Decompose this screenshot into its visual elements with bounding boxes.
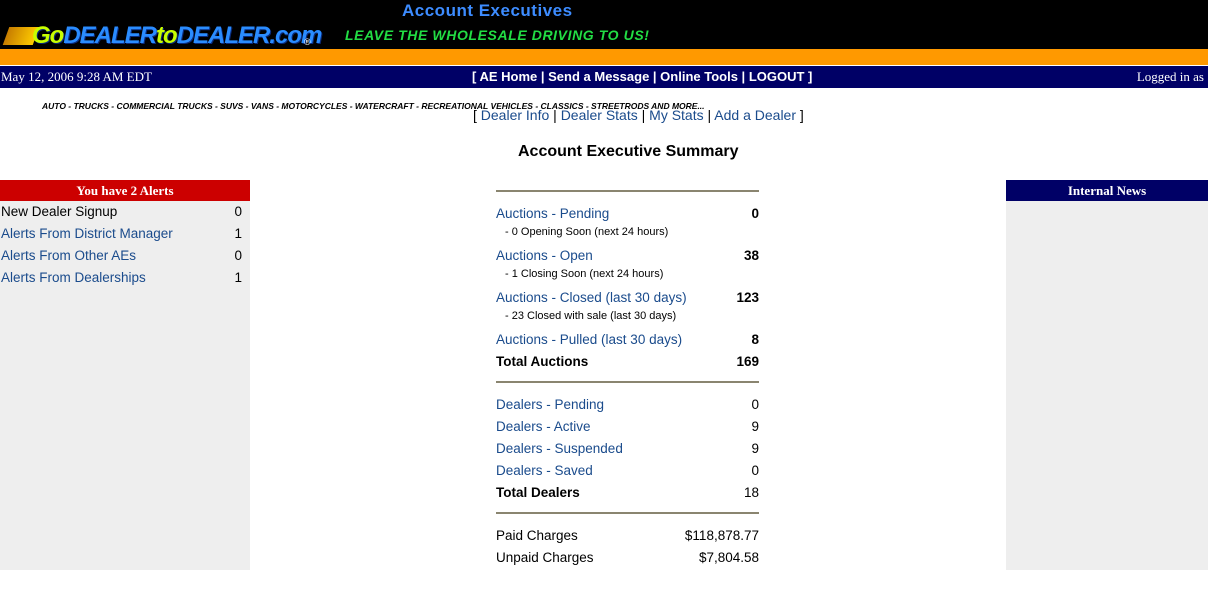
summary-note: - 23 Closed with sale (last 30 days) <box>505 310 677 322</box>
summary-row-auctions-closed: Auctions - Closed (last 30 days) 123 <box>496 286 759 308</box>
nav-send-message[interactable]: Send a Message <box>548 69 649 84</box>
auctions-closed-link[interactable]: Auctions - Closed (last 30 days) <box>496 290 687 305</box>
summary-row-auctions-pulled: Auctions - Pulled (last 30 days) 8 <box>496 328 759 350</box>
nav-logout[interactable]: LOGOUT <box>749 69 805 84</box>
alert-link-district-manager[interactable]: Alerts From District Manager <box>1 226 173 241</box>
alerts-heading: You have 2 Alerts <box>0 180 250 201</box>
sub-nav: [ Dealer Info | Dealer Stats | My Stats … <box>473 107 804 123</box>
summary-row-total-auctions: Total Auctions 169 <box>496 350 759 372</box>
alert-label: New Dealer Signup <box>1 204 118 219</box>
category-bar: AUTO - TRUCKS - COMMERCIAL TRUCKS - SUVS… <box>0 49 1208 111</box>
page-title: Account Executive Summary <box>518 143 739 160</box>
alert-row-dealerships: Alerts From Dealerships 1 <box>0 267 250 289</box>
alert-count: 0 <box>234 204 242 219</box>
subnav-dealer-info[interactable]: Dealer Info <box>481 107 549 123</box>
dealers-suspended-value: 9 <box>751 441 759 456</box>
subnav-add-dealer[interactable]: Add a Dealer <box>714 107 796 123</box>
internal-news-panel: Internal News <box>1006 180 1208 570</box>
summary-row-paid-charges: Paid Charges $118,878.77 <box>496 524 759 546</box>
summary-row-dealers-active: Dealers - Active 9 <box>496 415 759 437</box>
summary-row-total-dealers: Total Dealers 18 <box>496 481 759 503</box>
nav-online-tools[interactable]: Online Tools <box>660 69 738 84</box>
alert-row-district-manager: Alerts From District Manager 1 <box>0 223 250 245</box>
dealers-pending-link[interactable]: Dealers - Pending <box>496 397 604 412</box>
alert-row-other-aes: Alerts From Other AEs 0 <box>0 245 250 267</box>
total-auctions-label: Total Auctions <box>496 354 589 369</box>
total-auctions-value: 169 <box>736 354 759 369</box>
summary-row-auctions-pending: Auctions - Pending 0 <box>496 202 759 224</box>
alert-count: 1 <box>234 226 242 241</box>
dealers-pending-value: 0 <box>751 397 759 412</box>
subnav-my-stats[interactable]: My Stats <box>649 107 703 123</box>
site-header: Account Executives GoDEALERtoDEALER.com … <box>0 0 1208 49</box>
app-title: Account Executives <box>402 1 573 20</box>
logo-text: GoDEALERtoDEALER.com <box>32 22 322 49</box>
summary-note: - 0 Opening Soon (next 24 hours) <box>505 226 669 238</box>
summary-row-dealers-pending: Dealers - Pending 0 <box>496 393 759 415</box>
alert-link-other-aes[interactable]: Alerts From Other AEs <box>1 248 136 263</box>
alert-count: 0 <box>234 248 242 263</box>
unpaid-charges-value: $7,804.58 <box>698 550 759 565</box>
current-datetime: May 12, 2006 9:28 AM EDT <box>1 69 152 84</box>
auctions-open-link[interactable]: Auctions - Open <box>496 248 593 263</box>
auctions-open-value: 38 <box>743 248 759 263</box>
internal-news-heading: Internal News <box>1006 180 1208 201</box>
dealers-saved-value: 0 <box>751 463 759 478</box>
summary-note: - 1 Closing Soon (next 24 hours) <box>505 268 664 280</box>
logged-in-label: Logged in as <box>1136 69 1204 84</box>
subnav-dealer-stats[interactable]: Dealer Stats <box>561 107 638 123</box>
top-nav-bar: May 12, 2006 9:28 AM EDT [ AE Home | Sen… <box>0 66 1208 88</box>
alerts-panel: You have 2 Alerts New Dealer Signup 0 Al… <box>0 180 250 570</box>
tagline: LEAVE THE WHOLESALE DRIVING TO US! <box>345 27 650 43</box>
summary-row-unpaid-charges: Unpaid Charges $7,804.58 <box>496 546 759 568</box>
total-dealers-label: Total Dealers <box>496 485 580 500</box>
auctions-pending-link[interactable]: Auctions - Pending <box>496 206 609 221</box>
auctions-pulled-value: 8 <box>751 332 759 347</box>
dealers-saved-link[interactable]: Dealers - Saved <box>496 463 593 478</box>
paid-charges-value: $118,878.77 <box>684 528 759 543</box>
auctions-closed-value: 123 <box>736 290 759 305</box>
dealers-suspended-link[interactable]: Dealers - Suspended <box>496 441 623 456</box>
total-dealers-value: 18 <box>743 485 759 500</box>
auctions-pulled-link[interactable]: Auctions - Pulled (last 30 days) <box>496 332 682 347</box>
top-nav: [ AE Home | Send a Message | Online Tool… <box>472 69 813 84</box>
summary-table: Auctions - Pending 0 - 0 Opening Soon (n… <box>496 190 759 568</box>
summary-row-auctions-open: Auctions - Open 38 <box>496 244 759 266</box>
registered-mark: ® <box>304 37 311 47</box>
dealers-active-link[interactable]: Dealers - Active <box>496 419 591 434</box>
nav-ae-home[interactable]: AE Home <box>479 69 537 84</box>
unpaid-charges-label: Unpaid Charges <box>496 550 594 565</box>
paid-charges-label: Paid Charges <box>496 528 578 543</box>
alert-row-new-dealer-signup: New Dealer Signup 0 <box>0 201 250 223</box>
alert-count: 1 <box>234 270 242 285</box>
auctions-pending-value: 0 <box>751 206 759 221</box>
dealers-active-value: 9 <box>751 419 759 434</box>
summary-row-dealers-saved: Dealers - Saved 0 <box>496 459 759 481</box>
alert-link-dealerships[interactable]: Alerts From Dealerships <box>1 270 146 285</box>
site-logo[interactable]: GoDEALERtoDEALER.com ® <box>2 23 322 49</box>
summary-row-dealers-suspended: Dealers - Suspended 9 <box>496 437 759 459</box>
